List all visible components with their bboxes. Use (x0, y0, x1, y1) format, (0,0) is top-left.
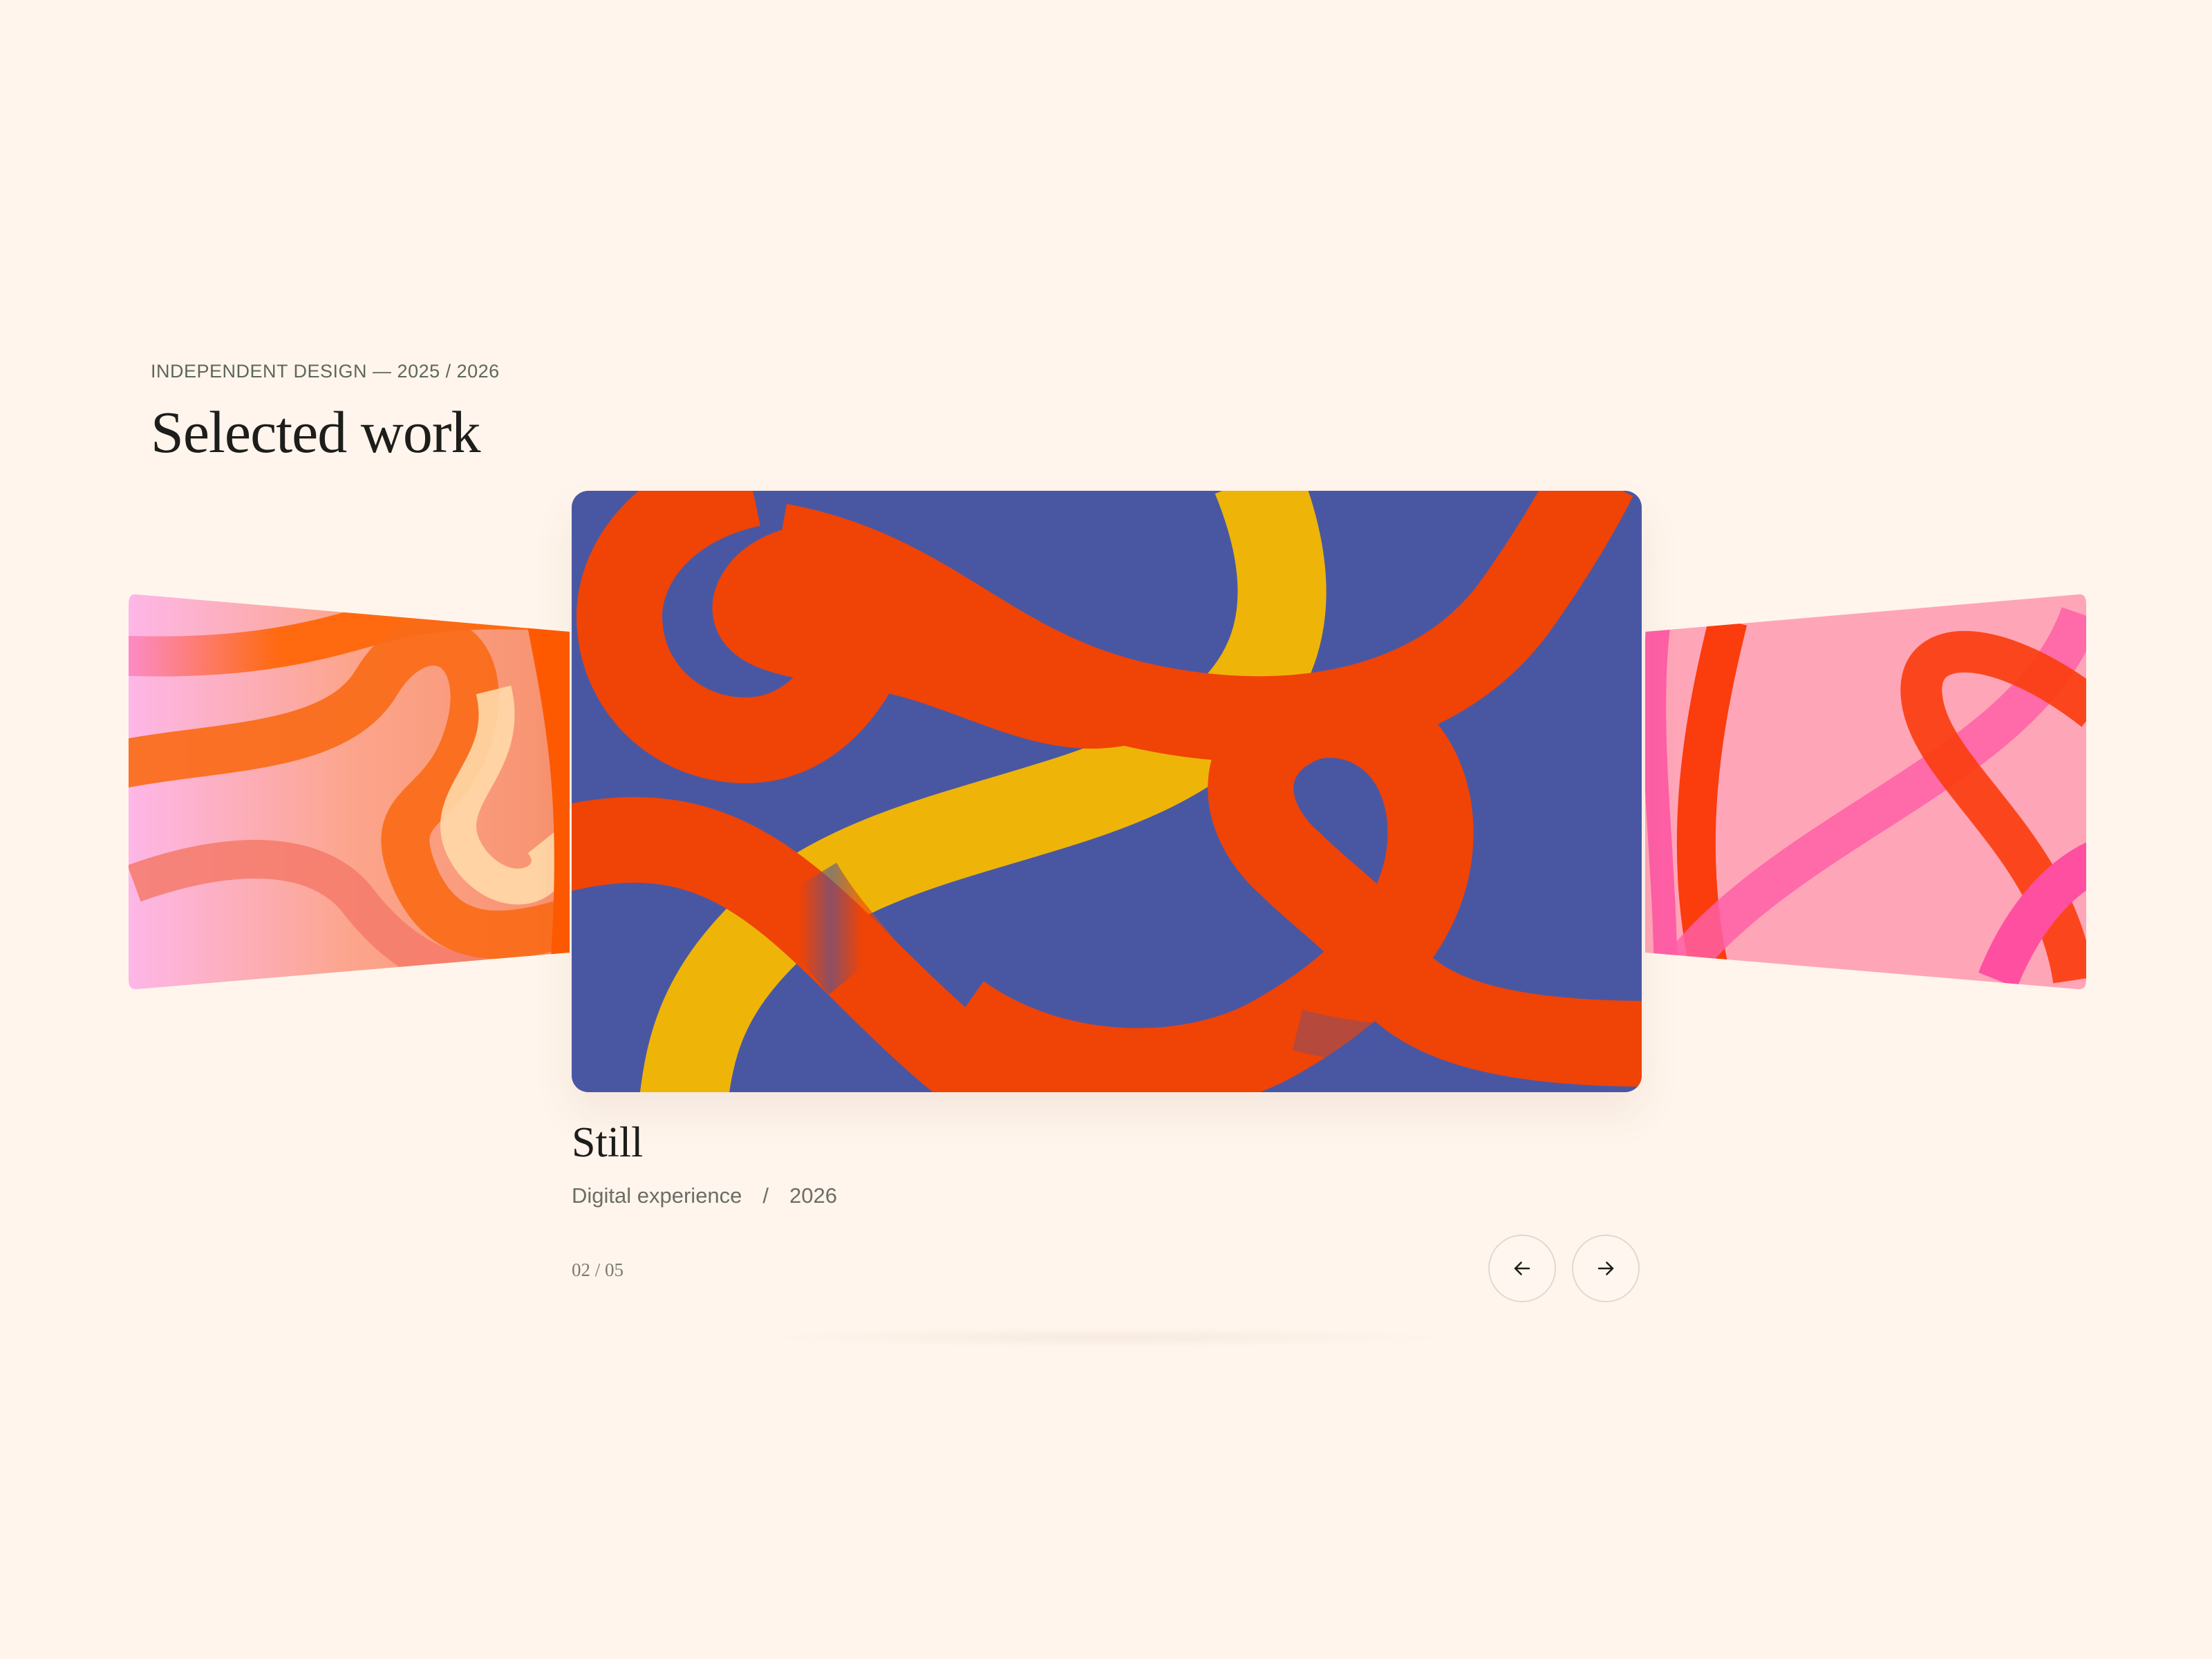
arrow-left-icon (1514, 1262, 1530, 1275)
project-meta: Digital experience / 2026 (572, 1183, 837, 1208)
eyebrow-label: INDEPENDENT DESIGN — 2025 / 2026 (151, 361, 500, 382)
carousel-card-next[interactable] (1638, 593, 2088, 991)
previous-button[interactable] (1488, 1235, 1556, 1302)
project-title: Still (572, 1119, 644, 1166)
page-title: Selected work (151, 399, 481, 465)
slide-counter: 02 / 05 (572, 1259, 624, 1280)
meta-separator: / (762, 1183, 769, 1208)
carousel-card-previous[interactable] (127, 593, 577, 991)
next-button[interactable] (1572, 1235, 1640, 1302)
project-artwork (572, 491, 1642, 1092)
project-year: 2026 (789, 1183, 838, 1208)
carousel-card-current[interactable] (572, 491, 1642, 1092)
arrow-right-icon (1597, 1262, 1614, 1275)
card-floor-shadow (760, 1327, 1452, 1348)
project-category: Digital experience (572, 1183, 742, 1208)
